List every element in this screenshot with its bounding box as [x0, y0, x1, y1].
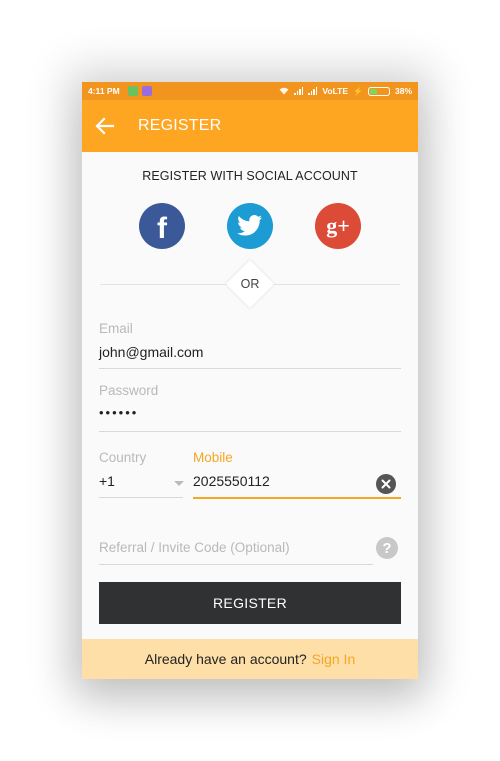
network-type: VoLTE — [322, 86, 349, 96]
email-field[interactable]: john@gmail.com — [99, 344, 203, 360]
referral-code-field[interactable]: Referral / Invite Code (Optional) — [99, 540, 290, 555]
register-button[interactable]: REGISTER — [99, 582, 401, 624]
phone-screen: 4:11 PM VoLTE ⚡ 38% REGISTER REGISTER WI… — [82, 82, 418, 679]
password-underline — [99, 431, 401, 432]
chevron-down-icon[interactable] — [174, 481, 184, 486]
battery-icon — [367, 86, 390, 96]
password-field[interactable]: •••••• — [99, 405, 138, 420]
email-underline — [99, 368, 401, 369]
page-title: REGISTER — [138, 117, 222, 134]
google-plus-icon: g+ — [326, 213, 350, 238]
signal-icon — [294, 87, 304, 95]
footer-bar: Already have an account? Sign In — [82, 639, 418, 679]
back-button[interactable] — [92, 113, 118, 139]
clear-mobile-button[interactable] — [376, 474, 396, 494]
password-label: Password — [99, 383, 159, 398]
status-bar: 4:11 PM VoLTE ⚡ 38% — [82, 82, 418, 100]
status-time: 4:11 PM — [88, 86, 120, 96]
app-notification-icon — [142, 86, 152, 96]
twitter-button[interactable] — [227, 203, 273, 249]
battery-percent: 38% — [394, 86, 412, 96]
arrow-left-icon — [95, 117, 115, 135]
facebook-icon: f — [157, 211, 167, 245]
or-divider-label: OR — [240, 277, 260, 291]
question-icon: ? — [382, 539, 392, 557]
facebook-button[interactable]: f — [139, 203, 185, 249]
twitter-icon — [237, 215, 262, 236]
signal-icon — [308, 87, 318, 95]
close-icon — [381, 479, 391, 489]
mobile-label: Mobile — [193, 450, 233, 465]
google-plus-button[interactable]: g+ — [315, 203, 361, 249]
country-underline — [99, 497, 183, 498]
wifi-icon — [279, 87, 289, 95]
help-button[interactable]: ? — [376, 537, 398, 559]
status-right-group: VoLTE ⚡ 38% — [279, 86, 412, 96]
social-section-title: REGISTER WITH SOCIAL ACCOUNT — [142, 169, 358, 183]
footer-text: Already have an account? — [144, 651, 307, 667]
country-label: Country — [99, 450, 147, 465]
country-code-select[interactable]: +1 — [99, 473, 115, 489]
charging-icon: ⚡ — [353, 86, 363, 96]
email-label: Email — [99, 321, 133, 336]
app-bar: REGISTER — [82, 100, 418, 152]
mobile-underline — [193, 497, 401, 499]
mobile-field[interactable]: 2025550112 — [193, 473, 270, 489]
app-notification-icon — [128, 86, 138, 96]
referral-underline — [99, 564, 373, 565]
sign-in-link[interactable]: Sign In — [312, 651, 356, 667]
